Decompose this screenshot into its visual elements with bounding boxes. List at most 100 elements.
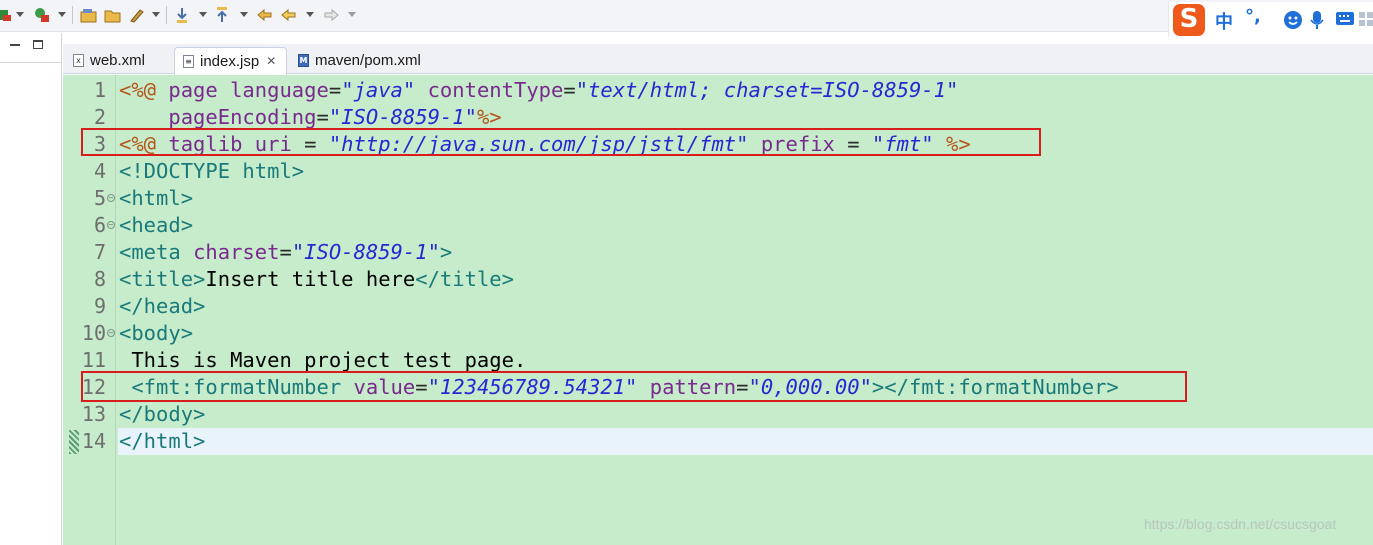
toolbar-separator xyxy=(72,6,73,24)
code-text[interactable]: pageEncoding="ISO-8859-1"%> xyxy=(118,104,1373,131)
code-token: "0,000.00" xyxy=(748,375,872,399)
next-annotation-icon[interactable] xyxy=(174,6,192,24)
code-token: = xyxy=(736,375,749,399)
code-line-5[interactable]: 5− <html> xyxy=(63,185,1373,212)
open-type-icon[interactable] xyxy=(80,6,98,24)
maximize-icon[interactable] xyxy=(33,40,43,49)
code-text[interactable]: This is Maven project test page. xyxy=(118,347,1373,374)
open-folder-icon[interactable] xyxy=(104,6,122,24)
previous-annotation-icon[interactable] xyxy=(214,6,232,24)
xml-file-icon: x xyxy=(73,54,84,67)
code-token: </html> xyxy=(119,429,206,453)
microphone-icon[interactable] xyxy=(1309,10,1325,30)
ime-language-mode[interactable]: 中 xyxy=(1215,8,1233,34)
code-text[interactable]: <%@ taglib uri = "http://java.sun.com/js… xyxy=(118,131,1373,158)
line-number: 10 xyxy=(81,321,106,345)
code-token: </body> xyxy=(119,402,206,426)
code-token: "java" xyxy=(341,78,416,102)
code-token: This is Maven project test page. xyxy=(119,348,527,372)
tab-web-xml[interactable]: x web.xml xyxy=(65,47,155,74)
code-token: <%@ xyxy=(119,132,157,156)
code-token: = xyxy=(415,375,428,399)
code-line-7[interactable]: 7 <meta charset="ISO-8859-1"> xyxy=(63,239,1373,266)
code-token: = xyxy=(291,132,329,156)
code-text[interactable]: <!DOCTYPE html> xyxy=(118,158,1373,185)
code-token: "ISO-8859-1" xyxy=(328,105,477,129)
code-text[interactable]: <head> xyxy=(118,212,1373,239)
tab-index-jsp[interactable]: ≡ index.jsp ✕ xyxy=(174,47,288,75)
code-line-2[interactable]: 2 pageEncoding="ISO-8859-1"%> xyxy=(63,104,1373,131)
code-token: = xyxy=(279,240,292,264)
brush-icon[interactable] xyxy=(128,6,146,24)
fold-toggle-icon[interactable]: − xyxy=(107,194,115,202)
code-line-3[interactable]: 3 <%@ taglib uri = "http://java.sun.com/j… xyxy=(63,131,1373,158)
code-token: </title> xyxy=(415,267,514,291)
code-token: "ISO-8859-1" xyxy=(291,240,440,264)
code-line-1[interactable]: 1 <%@ page language="java" contentType="t… xyxy=(63,77,1373,104)
code-token: = xyxy=(834,132,872,156)
run-dropdown-arrow[interactable] xyxy=(16,12,24,17)
code-line-10[interactable]: 10− <body> xyxy=(63,320,1373,347)
code-text[interactable]: </head> xyxy=(118,293,1373,320)
code-token: <head> xyxy=(119,213,194,237)
forward-dropdown-arrow[interactable] xyxy=(348,12,356,17)
code-text[interactable]: <fmt:formatNumber value="123456789.54321… xyxy=(118,374,1373,401)
keyboard-icon[interactable] xyxy=(1335,10,1355,28)
minimize-icon[interactable] xyxy=(10,44,20,46)
debug-dropdown-arrow[interactable] xyxy=(58,12,66,17)
code-text[interactable]: </body> xyxy=(118,401,1373,428)
next-annotation-dropdown[interactable] xyxy=(199,12,207,17)
code-line-14[interactable]: 14 </html> xyxy=(63,428,1373,455)
fold-toggle-icon[interactable]: − xyxy=(107,329,115,337)
code-text[interactable]: <meta charset="ISO-8859-1"> xyxy=(118,239,1373,266)
ime-punctuation-mode[interactable]: °, xyxy=(1245,6,1261,27)
code-line-12[interactable]: 12 <fmt:formatNumber value="123456789.54… xyxy=(63,374,1373,401)
brush-dropdown-arrow[interactable] xyxy=(152,12,160,17)
line-number: 3 xyxy=(93,132,106,156)
previous-annotation-dropdown[interactable] xyxy=(240,12,248,17)
run-icon[interactable] xyxy=(0,6,14,24)
code-token: "http://java.sun.com/jsp/jstl/fmt" xyxy=(328,132,749,156)
code-text[interactable]: <title>Insert title here</title> xyxy=(118,266,1373,293)
debug-icon[interactable] xyxy=(33,6,51,24)
sogou-logo-icon[interactable]: S xyxy=(1173,4,1205,36)
code-token: %> xyxy=(476,105,502,129)
code-token: <meta xyxy=(119,240,181,264)
grid-menu-icon[interactable] xyxy=(1359,10,1373,28)
fold-toggle-icon[interactable]: − xyxy=(107,221,115,229)
code-token: "text/html; charset=ISO-8859-1" xyxy=(575,78,959,102)
code-token: </head> xyxy=(119,294,206,318)
code-line-8[interactable]: 8 <title>Insert title here</title> xyxy=(63,266,1373,293)
code-text[interactable]: <html> xyxy=(118,185,1373,212)
line-number: 14 xyxy=(81,429,106,453)
code-line-4[interactable]: 4 <!DOCTYPE html> xyxy=(63,158,1373,185)
code-text[interactable]: <body> xyxy=(118,320,1373,347)
last-edit-location-icon[interactable] xyxy=(256,6,274,24)
code-line-11[interactable]: 11 This is Maven project test page. xyxy=(63,347,1373,374)
code-token: pageEncoding xyxy=(168,105,317,129)
forward-icon[interactable] xyxy=(322,6,340,24)
line-number: 9 xyxy=(93,294,106,318)
back-icon[interactable] xyxy=(280,6,298,24)
tab-label: maven/pom.xml xyxy=(315,52,421,69)
code-line-9[interactable]: 9 </head> xyxy=(63,293,1373,320)
tab-maven-pom-xml[interactable]: M maven/pom.xml xyxy=(290,47,431,74)
code-line-13[interactable]: 13 </body> xyxy=(63,401,1373,428)
code-text[interactable]: </html> xyxy=(118,428,1373,455)
code-token: page xyxy=(168,78,218,102)
line-number: 8 xyxy=(93,267,106,291)
code-editor[interactable]: 1 <%@ page language="java" contentType="t… xyxy=(63,75,1373,545)
back-dropdown-arrow[interactable] xyxy=(306,12,314,17)
ime-toolbar: S 中 °, xyxy=(1168,2,1373,36)
close-tab-icon[interactable]: ✕ xyxy=(266,48,276,75)
code-token: prefix xyxy=(760,132,835,156)
emoji-icon[interactable] xyxy=(1283,10,1303,30)
code-text[interactable]: <%@ page language="java" contentType="te… xyxy=(118,77,1373,104)
code-line-6[interactable]: 6− <head> xyxy=(63,212,1373,239)
